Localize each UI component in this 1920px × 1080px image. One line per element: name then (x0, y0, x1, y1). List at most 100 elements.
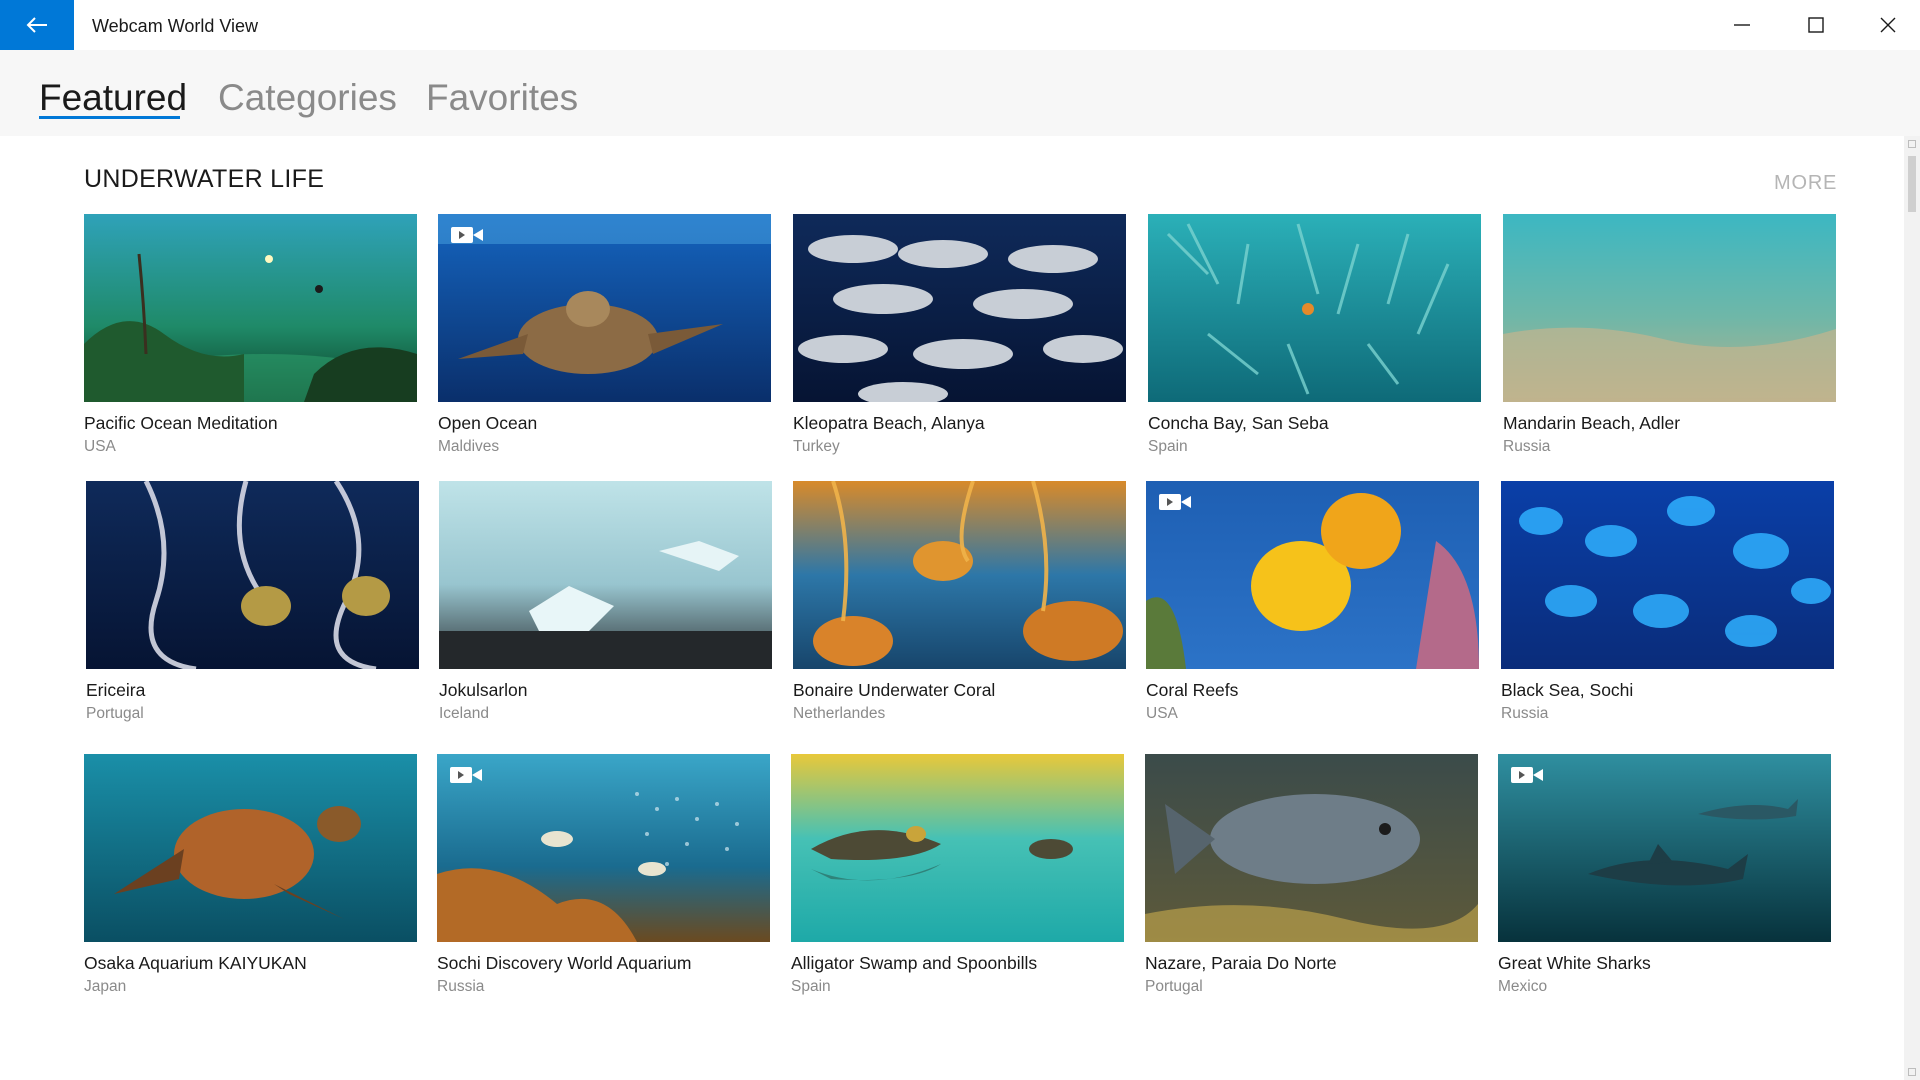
thumbnail-image (791, 754, 1124, 942)
webcam-card[interactable]: Coral Reefs USA (1146, 481, 1479, 723)
thumbnail (1146, 481, 1479, 669)
thumbnail-image (1145, 754, 1478, 942)
tab-featured[interactable]: Featured (39, 74, 187, 122)
thumbnail (1145, 754, 1478, 942)
thumbnail-image (86, 481, 419, 669)
minimize-icon (1734, 24, 1750, 26)
card-title: Ericeira (86, 680, 146, 700)
thumbnail (791, 754, 1124, 942)
card-location: Mexico (1498, 978, 1548, 995)
card-location: Turkey (793, 438, 840, 455)
webcam-card[interactable]: Kleopatra Beach, Alanya Turkey (793, 214, 1126, 456)
thumbnail-image (1148, 214, 1481, 402)
webcam-card[interactable]: Ericeira Portugal (86, 481, 419, 723)
webcam-card[interactable]: Great White Sharks Mexico (1498, 754, 1831, 996)
close-button[interactable] (1852, 0, 1920, 50)
card-title: Great White Sharks (1498, 953, 1651, 973)
card-title: Bonaire Underwater Coral (793, 680, 996, 700)
video-camera-icon (1511, 767, 1543, 783)
thumbnail (1503, 214, 1836, 402)
back-button[interactable] (0, 0, 74, 50)
card-title: Pacific Ocean Meditation (84, 413, 278, 433)
tab-favorites[interactable]: Favorites (426, 74, 578, 122)
scroll-thumb[interactable] (1908, 156, 1916, 212)
webcam-card[interactable]: Pacific Ocean Meditation USA (84, 214, 417, 456)
thumbnail (793, 481, 1126, 669)
minimize-button[interactable] (1706, 0, 1778, 50)
thumbnail (1501, 481, 1834, 669)
card-location: USA (1146, 705, 1178, 722)
card-location: Spain (791, 978, 831, 995)
video-camera-icon (1159, 494, 1191, 510)
card-title: Mandarin Beach, Adler (1503, 413, 1681, 433)
card-location: Russia (1501, 705, 1549, 722)
thumbnail-image (438, 214, 771, 402)
thumbnail (793, 214, 1126, 402)
webcam-card[interactable]: Jokulsarlon Iceland (439, 481, 772, 723)
more-link[interactable]: MORE (1774, 172, 1837, 195)
thumbnail-image (1498, 754, 1831, 942)
card-location: Netherlandes (793, 705, 886, 722)
card-title: Sochi Discovery World Aquarium (437, 953, 692, 973)
thumbnail-image (437, 754, 770, 942)
thumbnail (437, 754, 770, 942)
webcam-card[interactable]: Mandarin Beach, Adler Russia (1503, 214, 1836, 456)
tab-categories[interactable]: Categories (218, 74, 397, 122)
thumbnail (1148, 214, 1481, 402)
card-location: Spain (1148, 438, 1188, 455)
card-title: Nazare, Paraia Do Norte (1145, 953, 1337, 973)
webcam-card[interactable]: Concha Bay, San Seba Spain (1148, 214, 1481, 456)
maximize-icon (1808, 17, 1824, 33)
card-title: Kleopatra Beach, Alanya (793, 413, 985, 433)
scroll-up-arrow-icon[interactable] (1908, 140, 1916, 148)
webcam-card[interactable]: Bonaire Underwater Coral Netherlandes (793, 481, 1126, 723)
card-title: Open Ocean (438, 413, 538, 433)
vertical-scrollbar[interactable] (1904, 136, 1920, 1080)
thumbnail (84, 214, 417, 402)
title-bar: Webcam World View (0, 0, 1920, 50)
card-title: Coral Reefs (1146, 680, 1239, 700)
thumbnail (438, 214, 771, 402)
thumbnail-image (84, 214, 417, 402)
card-location: Russia (1503, 438, 1551, 455)
card-title: Black Sea, Sochi (1501, 680, 1634, 700)
thumbnail (84, 754, 417, 942)
thumbnail-image (439, 481, 772, 669)
selected-tab-indicator (39, 116, 180, 119)
maximize-button[interactable] (1780, 0, 1852, 50)
thumbnail-image (793, 481, 1126, 669)
card-location: USA (84, 438, 116, 455)
thumbnail-image (793, 214, 1126, 402)
card-location: Russia (437, 978, 485, 995)
pivot-header: Featured Categories Favorites (0, 50, 1920, 136)
webcam-card[interactable]: Black Sea, Sochi Russia (1501, 481, 1834, 723)
card-location: Portugal (1145, 978, 1203, 995)
thumbnail-image (84, 754, 417, 942)
card-location: Iceland (439, 705, 489, 722)
card-title: Jokulsarlon (439, 680, 528, 700)
webcam-card[interactable]: Alligator Swamp and Spoonbills Spain (791, 754, 1124, 996)
card-location: Maldives (438, 438, 500, 455)
thumbnail-image (1501, 481, 1834, 669)
thumbnail (1498, 754, 1831, 942)
app-title: Webcam World View (92, 16, 259, 36)
thumbnail-image (1146, 481, 1479, 669)
back-arrow-icon (26, 17, 47, 33)
scroll-down-arrow-icon[interactable] (1908, 1068, 1916, 1076)
thumbnail (86, 481, 419, 669)
card-title: Osaka Aquarium KAIYUKAN (84, 953, 307, 973)
thumbnail (439, 481, 772, 669)
video-camera-icon (451, 227, 483, 243)
webcam-card[interactable]: Sochi Discovery World Aquarium Russia (437, 754, 770, 996)
webcam-card[interactable]: Open Ocean Maldives (438, 214, 771, 456)
card-location: Portugal (86, 705, 144, 722)
card-location: Japan (84, 978, 127, 995)
webcam-card[interactable]: Osaka Aquarium KAIYUKAN Japan (84, 754, 417, 996)
card-title: Concha Bay, San Seba (1148, 413, 1329, 433)
card-title: Alligator Swamp and Spoonbills (791, 953, 1038, 973)
section-title: UNDERWATER LIFE (84, 165, 325, 193)
video-camera-icon (450, 767, 482, 783)
webcam-card[interactable]: Nazare, Paraia Do Norte Portugal (1145, 754, 1478, 996)
close-icon (1880, 17, 1896, 33)
thumbnail-image (1503, 214, 1836, 402)
